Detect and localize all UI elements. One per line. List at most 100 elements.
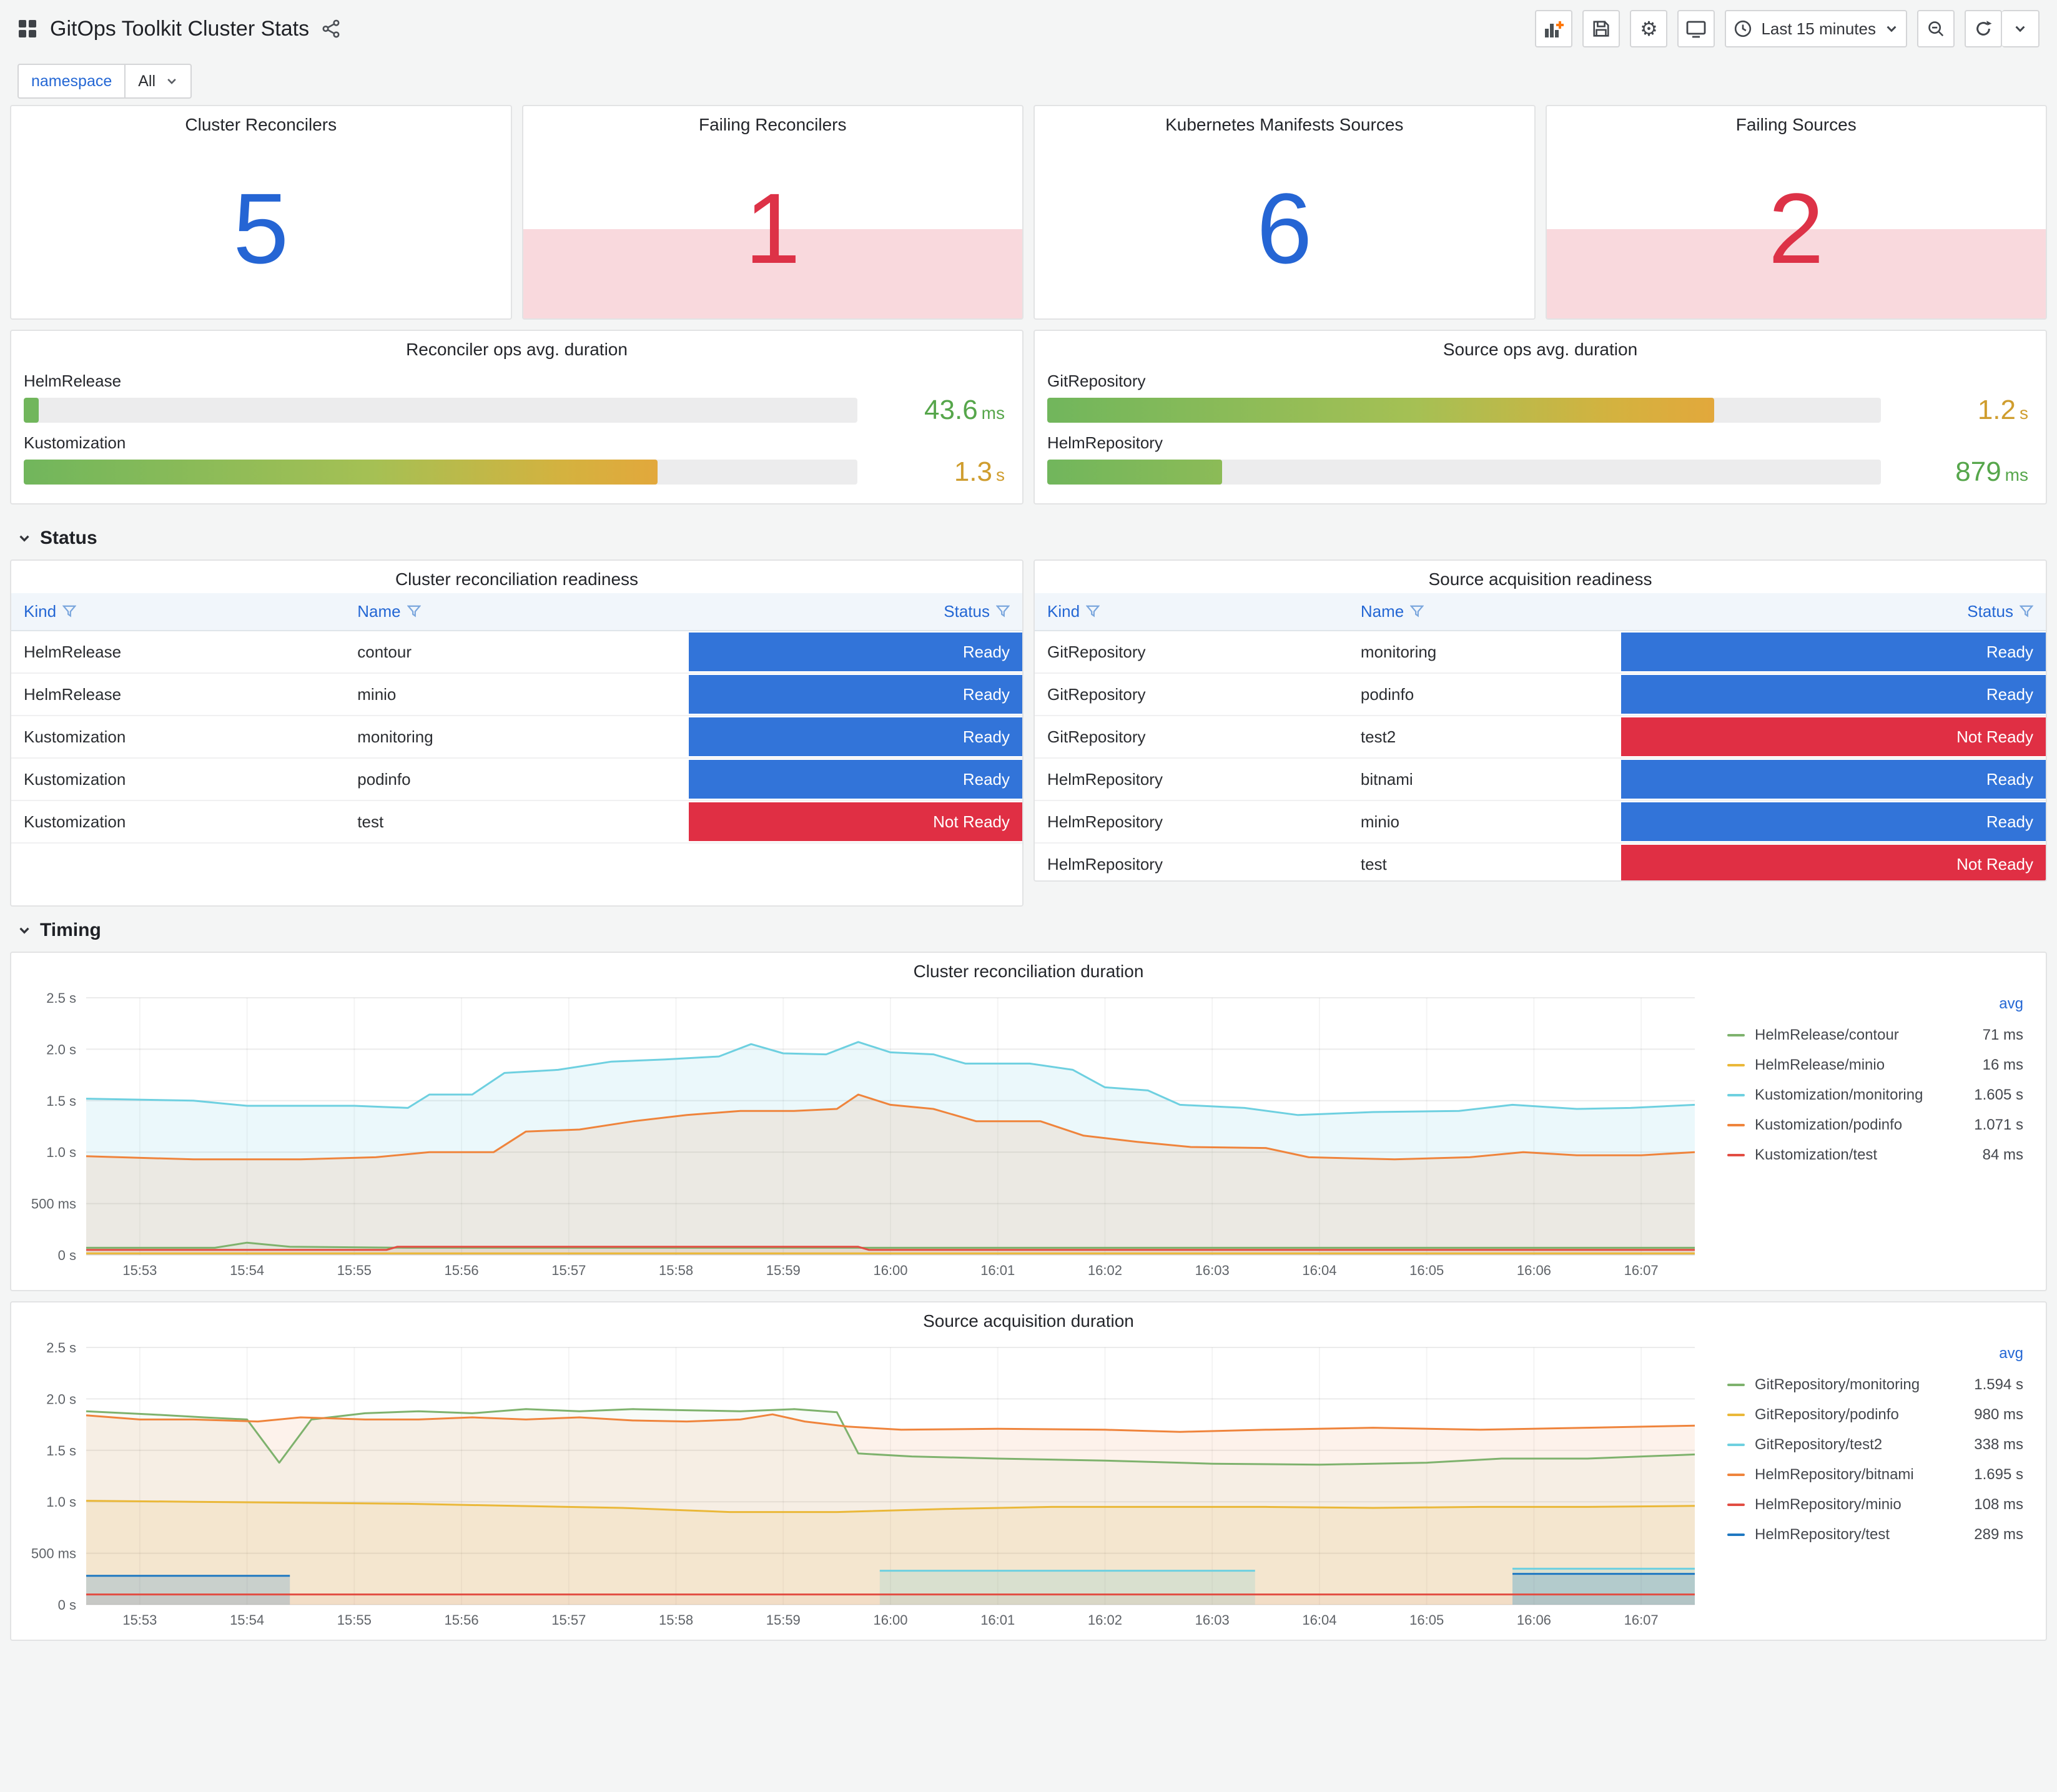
cell-name: minio bbox=[345, 673, 689, 716]
status-badge: Ready bbox=[688, 633, 1022, 671]
svg-text:16:05: 16:05 bbox=[1409, 1612, 1444, 1628]
legend-item[interactable]: GitRepository/podinfo 980 ms bbox=[1727, 1400, 2023, 1430]
col-header-kind[interactable]: Kind bbox=[11, 593, 345, 631]
svg-text:0 s: 0 s bbox=[58, 1248, 76, 1263]
table-header-row: Kind Name Status bbox=[11, 593, 1022, 631]
svg-text:15:59: 15:59 bbox=[766, 1263, 801, 1278]
source-ops-panel: Source ops avg. duration GitRepository 1… bbox=[1033, 330, 2047, 505]
legend-item[interactable]: GitRepository/monitoring 1.594 s bbox=[1727, 1370, 2023, 1400]
add-panel-button[interactable] bbox=[1535, 10, 1573, 47]
stat-value: 2 bbox=[1768, 172, 1824, 284]
time-series-chart[interactable]: 0 s 500 ms 1.0 s 1.5 s 2.0 s 2.5 s 15:53 15:54 1… bbox=[19, 985, 1705, 1285]
col-header-kind[interactable]: Kind bbox=[1035, 593, 1348, 631]
svg-text:15:56: 15:56 bbox=[445, 1263, 479, 1278]
section-status[interactable]: Status bbox=[10, 517, 2047, 559]
legend-series-name: HelmRepository/minio bbox=[1755, 1496, 1902, 1513]
panel-title[interactable]: Source ops avg. duration bbox=[1035, 331, 2046, 363]
status-badge: Ready bbox=[1621, 802, 2046, 841]
namespace-variable-dropdown[interactable]: All bbox=[126, 64, 192, 99]
legend-series-name: HelmRepository/test bbox=[1755, 1526, 1890, 1543]
cell-name: minio bbox=[1348, 800, 1621, 844]
zoom-out-button[interactable] bbox=[1917, 10, 1955, 47]
status-badge: Not Ready bbox=[1621, 717, 2046, 756]
gauge-row-helmrelease: HelmRelease 43.6 ms bbox=[24, 372, 1010, 426]
readiness-tables: Cluster reconciliation readiness Kind Na… bbox=[10, 559, 2047, 907]
legend-series-name: Kustomization/test bbox=[1755, 1146, 1878, 1163]
settings-gear-icon[interactable]: ⚙ bbox=[1630, 10, 1668, 47]
stats-row: Cluster Reconcilers 5 Failing Reconciler… bbox=[10, 105, 2047, 320]
legend-series-swatch bbox=[1727, 1534, 1745, 1536]
gauge-label: HelmRepository bbox=[1047, 433, 1163, 453]
gauge-label: Kustomization bbox=[24, 433, 126, 453]
svg-text:15:59: 15:59 bbox=[766, 1612, 801, 1628]
legend-item[interactable]: HelmRepository/bitnami 1.695 s bbox=[1727, 1460, 2023, 1490]
cell-kind: HelmRelease bbox=[11, 631, 345, 674]
col-header-name[interactable]: Name bbox=[1348, 593, 1621, 631]
gauge-value: 879 ms bbox=[1955, 456, 2028, 488]
legend-series-avg: 980 ms bbox=[1974, 1406, 2023, 1423]
gauge-track bbox=[1047, 460, 1881, 485]
col-header-status[interactable]: Status bbox=[688, 593, 1022, 631]
panel-title[interactable]: Reconciler ops avg. duration bbox=[11, 331, 1022, 363]
svg-text:16:06: 16:06 bbox=[1517, 1263, 1551, 1278]
legend-item[interactable]: HelmRepository/test 289 ms bbox=[1727, 1520, 2023, 1550]
stat-panel-failing-reconcilers: Failing Reconcilers 1 bbox=[521, 105, 1024, 320]
legend-item[interactable]: HelmRepository/minio 108 ms bbox=[1727, 1490, 2023, 1520]
cell-kind: HelmRepository bbox=[1035, 843, 1348, 880]
table-row: HelmRepository minio Ready bbox=[1035, 800, 2046, 844]
legend-series-name: HelmRelease/minio bbox=[1755, 1056, 1885, 1073]
legend-item[interactable]: Kustomization/podinfo 1.071 s bbox=[1727, 1110, 2023, 1140]
legend-item[interactable]: GitRepository/test2 338 ms bbox=[1727, 1430, 2023, 1460]
dashboards-grid-icon[interactable] bbox=[17, 19, 37, 39]
time-series-chart[interactable]: 0 s 500 ms 1.0 s 1.5 s 2.0 s 2.5 s 15:53 15:54 1… bbox=[19, 1335, 1705, 1635]
tv-mode-icon[interactable] bbox=[1677, 10, 1715, 47]
svg-text:16:00: 16:00 bbox=[873, 1263, 907, 1278]
share-icon[interactable] bbox=[322, 19, 340, 38]
panel-title[interactable]: Cluster Reconcilers bbox=[11, 106, 511, 139]
panel-title[interactable]: Cluster reconciliation duration bbox=[11, 953, 2046, 985]
legend-series-avg: 1.071 s bbox=[1974, 1116, 2023, 1133]
panel-title[interactable]: Source acquisition duration bbox=[11, 1302, 2046, 1335]
legend-series-swatch bbox=[1727, 1474, 1745, 1476]
gauge-track bbox=[1047, 397, 1881, 423]
clock-icon bbox=[1735, 20, 1752, 37]
legend-item[interactable]: Kustomization/monitoring 1.605 s bbox=[1727, 1080, 2023, 1110]
time-range-label: Last 15 minutes bbox=[1761, 19, 1876, 38]
filter-icon bbox=[62, 605, 77, 618]
section-timing[interactable]: Timing bbox=[10, 909, 2047, 952]
svg-text:1.0 s: 1.0 s bbox=[46, 1494, 76, 1510]
table-row: Kustomization podinfo Ready bbox=[11, 758, 1022, 801]
time-range-picker[interactable]: Last 15 minutes bbox=[1725, 10, 1907, 47]
cell-kind: HelmRepository bbox=[1035, 758, 1348, 801]
refresh-interval-dropdown[interactable] bbox=[2002, 10, 2040, 47]
svg-text:16:05: 16:05 bbox=[1409, 1263, 1444, 1278]
legend-item[interactable]: HelmRelease/contour 71 ms bbox=[1727, 1020, 2023, 1050]
refresh-button[interactable] bbox=[1965, 10, 2002, 47]
col-header-name[interactable]: Name bbox=[345, 593, 689, 631]
chevron-down-icon bbox=[19, 927, 29, 934]
legend-item[interactable]: Kustomization/test 84 ms bbox=[1727, 1140, 2023, 1170]
col-header-status[interactable]: Status bbox=[1621, 593, 2046, 631]
panel-title[interactable]: Kubernetes Manifests Sources bbox=[1035, 106, 1534, 139]
save-dashboard-icon[interactable] bbox=[1582, 10, 1620, 47]
cell-status: Ready bbox=[1621, 800, 2046, 844]
panel-title[interactable]: Failing Sources bbox=[1547, 106, 2046, 139]
legend-series-avg: 84 ms bbox=[1982, 1146, 2023, 1163]
gauge-fill bbox=[1047, 460, 1223, 485]
legend-item[interactable]: HelmRelease/minio 16 ms bbox=[1727, 1050, 2023, 1080]
panel-title[interactable]: Failing Reconcilers bbox=[523, 106, 1023, 139]
stat-panel-failing-sources: Failing Sources 2 bbox=[1545, 105, 2047, 320]
svg-text:16:01: 16:01 bbox=[980, 1263, 1015, 1278]
panel-title[interactable]: Source acquisition readiness bbox=[1035, 561, 2046, 593]
panel-title[interactable]: Cluster reconciliation readiness bbox=[11, 561, 1022, 593]
chevron-down-icon bbox=[1887, 26, 1897, 32]
legend-series-swatch bbox=[1727, 1414, 1745, 1416]
cell-status: Ready bbox=[688, 631, 1022, 674]
legend-series-avg: 71 ms bbox=[1982, 1026, 2023, 1043]
gauge-row-kustomization: Kustomization 1.3 s bbox=[24, 433, 1010, 488]
cell-kind: GitRepository bbox=[1035, 673, 1348, 716]
legend-series-name: HelmRelease/contour bbox=[1755, 1026, 1899, 1043]
legend-avg-header: avg bbox=[1999, 995, 2023, 1012]
svg-text:2.5 s: 2.5 s bbox=[46, 1340, 76, 1356]
gauge-fill bbox=[24, 460, 658, 485]
